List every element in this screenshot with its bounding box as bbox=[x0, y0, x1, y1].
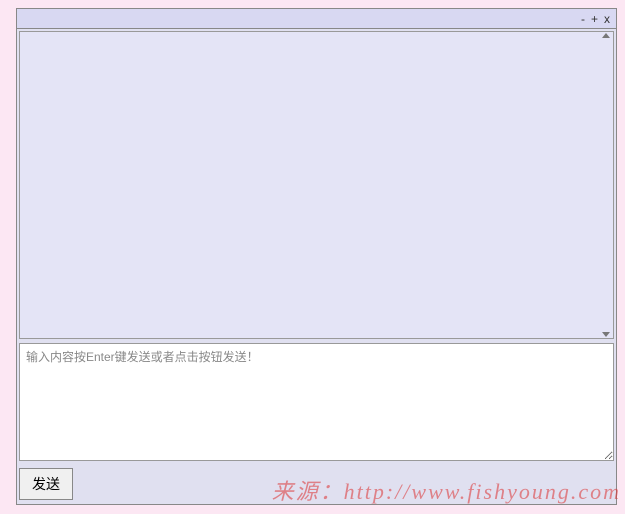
send-button[interactable]: 发送 bbox=[19, 468, 73, 500]
scroll-up-icon[interactable] bbox=[602, 33, 610, 38]
close-button[interactable]: x bbox=[602, 13, 612, 25]
scroll-down-icon[interactable] bbox=[602, 332, 610, 337]
message-input[interactable] bbox=[19, 343, 614, 461]
chat-window: - + x 发送 bbox=[16, 8, 617, 505]
titlebar: - + x bbox=[17, 9, 616, 29]
minimize-button[interactable]: - bbox=[579, 13, 587, 25]
maximize-button[interactable]: + bbox=[589, 13, 600, 25]
message-display-area[interactable] bbox=[19, 31, 614, 339]
